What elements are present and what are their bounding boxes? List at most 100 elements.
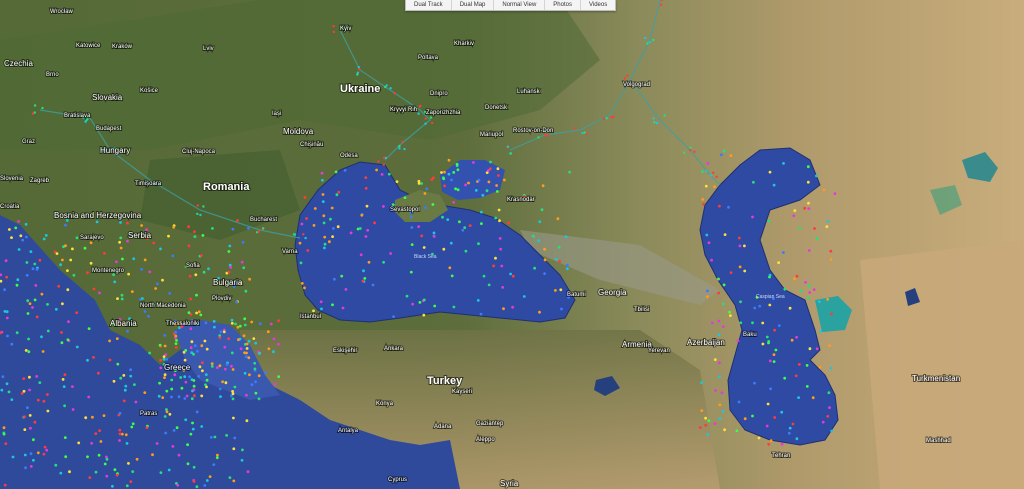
vessel-marker[interactable]: [774, 348, 778, 352]
vessel-marker[interactable]: [565, 263, 569, 267]
vessel-marker[interactable]: [227, 337, 231, 341]
vessel-marker[interactable]: [204, 373, 208, 376]
vessel-marker[interactable]: [5, 382, 9, 386]
vessel-marker[interactable]: [768, 170, 772, 174]
vessel-marker[interactable]: [42, 399, 46, 403]
vessel-marker[interactable]: [806, 180, 810, 184]
vessel-marker[interactable]: [410, 215, 413, 219]
vessel-marker[interactable]: [41, 106, 44, 110]
vessel-marker[interactable]: [610, 116, 613, 119]
vessel-marker[interactable]: [187, 225, 191, 229]
vessel-marker[interactable]: [28, 414, 32, 417]
vessel-marker[interactable]: [2, 432, 6, 436]
vessel-marker[interactable]: [63, 436, 67, 439]
vessel-marker[interactable]: [793, 277, 796, 281]
vessel-marker[interactable]: [167, 468, 171, 472]
vessel-marker[interactable]: [205, 479, 209, 482]
vessel-marker[interactable]: [129, 480, 133, 483]
vessel-marker[interactable]: [192, 465, 196, 469]
vessel-marker[interactable]: [417, 225, 421, 229]
vessel-marker[interactable]: [41, 350, 45, 353]
vessel-marker[interactable]: [131, 470, 135, 473]
vessel-marker[interactable]: [189, 346, 193, 350]
vessel-marker[interactable]: [737, 400, 741, 404]
vessel-marker[interactable]: [826, 298, 829, 301]
vessel-marker[interactable]: [219, 330, 223, 334]
vessel-marker[interactable]: [71, 385, 74, 388]
vessel-marker[interactable]: [817, 300, 821, 303]
vessel-marker[interactable]: [364, 235, 368, 238]
vessel-marker[interactable]: [477, 242, 480, 246]
vessel-marker[interactable]: [247, 339, 251, 343]
vessel-marker[interactable]: [164, 431, 168, 435]
vessel-marker[interactable]: [323, 235, 327, 239]
vessel-marker[interactable]: [201, 361, 204, 365]
vessel-marker[interactable]: [433, 304, 437, 308]
vessel-marker[interactable]: [511, 274, 515, 278]
vessel-marker[interactable]: [322, 221, 326, 225]
vessel-marker[interactable]: [224, 381, 228, 385]
vessel-marker[interactable]: [751, 215, 754, 219]
vessel-marker[interactable]: [574, 127, 577, 130]
vessel-marker[interactable]: [788, 306, 792, 310]
vessel-marker[interactable]: [559, 288, 563, 292]
vessel-marker[interactable]: [94, 432, 98, 435]
vessel-marker[interactable]: [159, 471, 163, 474]
vessel-marker[interactable]: [245, 342, 249, 346]
vessel-marker[interactable]: [357, 66, 360, 69]
vessel-marker[interactable]: [170, 387, 174, 391]
vessel-marker[interactable]: [375, 168, 378, 172]
vessel-marker[interactable]: [768, 303, 772, 307]
vessel-marker[interactable]: [176, 483, 180, 487]
vessel-marker[interactable]: [277, 342, 280, 346]
vessel-marker[interactable]: [767, 442, 771, 446]
vessel-marker[interactable]: [241, 448, 244, 452]
vessel-marker[interactable]: [193, 235, 197, 239]
vessel-marker[interactable]: [811, 396, 815, 400]
vessel-marker[interactable]: [739, 300, 742, 304]
vessel-marker[interactable]: [544, 133, 547, 137]
vessel-marker[interactable]: [298, 241, 302, 245]
vessel-marker[interactable]: [717, 333, 721, 337]
vessel-marker[interactable]: [487, 283, 491, 287]
vessel-marker[interactable]: [720, 391, 724, 395]
vessel-marker[interactable]: [349, 231, 353, 235]
vessel-marker[interactable]: [66, 269, 69, 272]
vessel-marker[interactable]: [467, 181, 470, 185]
vessel-marker[interactable]: [456, 188, 460, 192]
vessel-marker[interactable]: [202, 270, 206, 274]
vessel-marker[interactable]: [163, 373, 167, 377]
vessel-marker[interactable]: [140, 267, 144, 271]
vessel-marker[interactable]: [706, 289, 709, 293]
vessel-marker[interactable]: [538, 310, 541, 314]
vessel-marker[interactable]: [159, 247, 162, 251]
vessel-marker[interactable]: [245, 347, 249, 350]
vessel-marker[interactable]: [787, 431, 791, 435]
vessel-marker[interactable]: [605, 117, 608, 120]
vessel-marker[interactable]: [5, 275, 8, 279]
vessel-marker[interactable]: [28, 302, 32, 305]
vessel-marker[interactable]: [125, 442, 129, 445]
vessel-marker[interactable]: [398, 147, 401, 150]
vessel-marker[interactable]: [323, 242, 327, 246]
vessel-marker[interactable]: [213, 435, 217, 439]
vessel-marker[interactable]: [340, 274, 344, 278]
vessel-marker[interactable]: [248, 277, 252, 281]
vessel-marker[interactable]: [487, 180, 491, 184]
vessel-marker[interactable]: [195, 410, 199, 414]
vessel-marker[interactable]: [68, 470, 71, 474]
vessel-marker[interactable]: [120, 293, 124, 297]
vessel-marker[interactable]: [42, 452, 46, 456]
vessel-marker[interactable]: [813, 227, 816, 230]
vessel-marker[interactable]: [472, 161, 475, 164]
vessel-marker[interactable]: [3, 483, 7, 487]
vessel-marker[interactable]: [228, 476, 232, 479]
vessel-marker[interactable]: [359, 253, 363, 257]
vessel-marker[interactable]: [320, 307, 323, 311]
vessel-marker[interactable]: [84, 416, 88, 420]
vessel-marker[interactable]: [199, 213, 202, 217]
vessel-marker[interactable]: [304, 236, 307, 240]
vessel-marker[interactable]: [59, 471, 63, 475]
vessel-marker[interactable]: [806, 165, 810, 169]
vessel-marker[interactable]: [23, 453, 27, 457]
